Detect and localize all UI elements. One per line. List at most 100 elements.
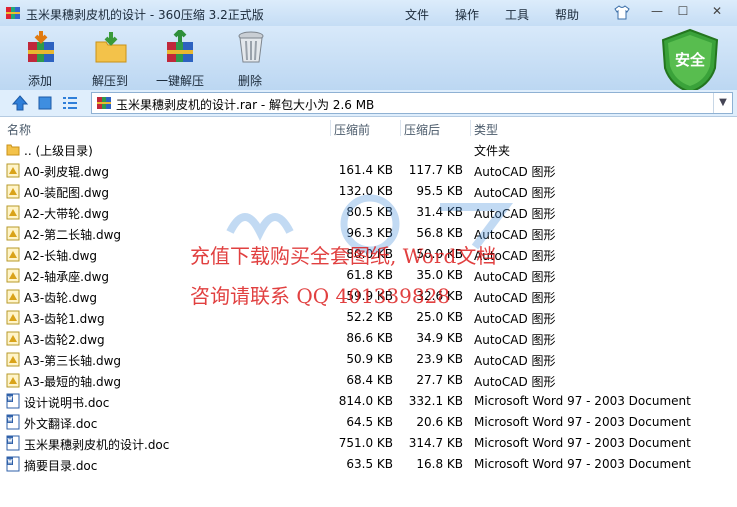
thumbnail-view-icon[interactable]	[37, 95, 53, 111]
file-packed-size: 117.7 KB	[408, 163, 463, 177]
file-size: 63.5 KB	[346, 457, 393, 471]
file-type: AutoCAD 图形	[474, 354, 556, 368]
file-row[interactable]: 设计说明书.doc 814.0 KB 332.1 KB Microsoft Word …	[0, 391, 737, 412]
dwg-icon	[6, 309, 20, 325]
file-size: 50.9 KB	[346, 352, 393, 366]
file-name: A0-剥皮辊.dwg	[24, 165, 110, 179]
file-name: 玉米果穗剥皮机的设计.doc	[24, 438, 170, 452]
file-name: A3-齿轮1.dwg	[24, 312, 105, 326]
one-click-extract-label: 一键解压	[155, 74, 204, 88]
file-type: 文件夹	[474, 144, 511, 158]
file-row[interactable]: A0-剥皮辊.dwg 161.4 KB 117.7 KB AutoCAD 图形	[0, 160, 737, 181]
rar-file-icon	[97, 97, 111, 109]
delete-button[interactable]: 删除	[212, 30, 288, 88]
dwg-icon	[6, 225, 20, 241]
file-size: 64.5 KB	[346, 415, 393, 429]
watermark-line-2: 咨询请联系 QQ 401339828	[190, 284, 451, 308]
file-name: A3-齿轮2.dwg	[24, 333, 105, 347]
menu-help[interactable]: 帮助	[555, 6, 579, 23]
dwg-icon	[6, 372, 20, 388]
security-shield[interactable]: 安全	[659, 28, 721, 94]
file-name: A3-最短的轴.dwg	[24, 375, 122, 389]
watermark-line-1: 充值下载购买全套图纸, Word文档	[190, 244, 497, 268]
trash-bin-icon	[238, 31, 264, 63]
add-button-label: 添加	[27, 74, 52, 88]
dwg-icon	[6, 330, 20, 346]
minimize-button[interactable]: —	[646, 3, 668, 19]
word-doc-icon	[6, 456, 20, 472]
column-type[interactable]: 类型	[474, 121, 498, 138]
address-field[interactable]: 玉米果穗剥皮机的设计.rar - 解包大小为 2.6 MB ▼	[91, 92, 733, 114]
file-name: 设计说明书.doc	[24, 396, 110, 410]
file-size: 86.6 KB	[346, 331, 393, 345]
file-list-header: 名称 压缩前 压缩后 类型	[0, 117, 737, 139]
dwg-icon	[6, 183, 20, 199]
column-packed[interactable]: 压缩后	[404, 121, 440, 138]
file-packed-size: 314.7 KB	[408, 436, 463, 450]
delete-label: 删除	[237, 74, 262, 88]
one-click-extract-icon	[167, 30, 193, 62]
close-button[interactable]: ✕	[706, 3, 728, 19]
menu-operation[interactable]: 操作	[455, 6, 479, 23]
up-arrow-icon[interactable]	[12, 95, 28, 111]
file-packed-size: 27.7 KB	[416, 373, 463, 387]
file-type: AutoCAD 图形	[474, 165, 556, 179]
file-name: A3-齿轮.dwg	[24, 291, 98, 305]
list-view-icon[interactable]	[62, 95, 78, 111]
dwg-icon	[6, 288, 20, 304]
file-size: 52.2 KB	[346, 310, 393, 324]
menu-tools[interactable]: 工具	[505, 6, 529, 23]
file-packed-size: 20.6 KB	[416, 415, 463, 429]
one-click-extract-button[interactable]: 一键解压	[142, 30, 218, 88]
column-name[interactable]: 名称	[7, 121, 31, 138]
file-packed-size: 23.9 KB	[416, 352, 463, 366]
column-divider[interactable]	[470, 120, 471, 136]
file-type: Microsoft Word 97 - 2003 Document	[474, 394, 691, 408]
column-divider[interactable]	[400, 120, 401, 136]
extract-to-button[interactable]: 解压到	[72, 30, 148, 88]
file-row[interactable]: A3-第三长轴.dwg 50.9 KB 23.9 KB AutoCAD 图形	[0, 349, 737, 370]
file-size: 161.4 KB	[338, 163, 393, 177]
word-doc-icon	[6, 393, 20, 409]
file-name: 摘要目录.doc	[24, 459, 98, 473]
menu-file[interactable]: 文件	[405, 6, 429, 23]
file-row[interactable]: .. (上级目录) 文件夹	[0, 139, 737, 160]
security-label: 安全	[674, 51, 705, 69]
column-size[interactable]: 压缩前	[334, 121, 370, 138]
file-row[interactable]: 外文翻译.doc 64.5 KB 20.6 KB Microsoft Word 97 …	[0, 412, 737, 433]
dwg-icon	[6, 162, 20, 178]
file-packed-size: 25.0 KB	[416, 310, 463, 324]
maximize-button[interactable]: ☐	[672, 3, 694, 19]
file-row[interactable]: 摘要目录.doc 63.5 KB 16.8 KB Microsoft Word 97 …	[0, 454, 737, 475]
file-name: A2-长轴.dwg	[24, 249, 98, 263]
chevron-down-icon: ▼	[719, 97, 727, 108]
file-name: .. (上级目录)	[24, 144, 93, 158]
address-text: 玉米果穗剥皮机的设计.rar - 解包大小为 2.6 MB	[116, 98, 375, 112]
word-doc-icon	[6, 414, 20, 430]
file-packed-size: 34.9 KB	[416, 331, 463, 345]
address-dropdown-button[interactable]: ▼	[713, 93, 732, 113]
dwg-icon	[6, 351, 20, 367]
file-name: A2-大带轮.dwg	[24, 207, 110, 221]
file-size: 814.0 KB	[338, 394, 393, 408]
file-name: A0-装配图.dwg	[24, 186, 110, 200]
file-row[interactable]: 玉米果穗剥皮机的设计.doc 751.0 KB 314.7 KB Microsoft …	[0, 433, 737, 454]
dwg-icon	[6, 246, 20, 262]
app-archive-icon	[6, 7, 20, 19]
file-size: 751.0 KB	[338, 436, 393, 450]
file-row[interactable]: A3-齿轮2.dwg 86.6 KB 34.9 KB AutoCAD 图形	[0, 328, 737, 349]
title-bar: 玉米果穗剥皮机的设计 - 360压缩 3.2正式版 文件 操作 工具 帮助 — …	[0, 0, 737, 26]
file-type: AutoCAD 图形	[474, 312, 556, 326]
file-row[interactable]: A3-最短的轴.dwg 68.4 KB 27.7 KB AutoCAD 图形	[0, 370, 737, 391]
file-row[interactable]: A3-齿轮1.dwg 52.2 KB 25.0 KB AutoCAD 图形	[0, 307, 737, 328]
add-button[interactable]: 添加	[2, 30, 78, 88]
skin-shirt-icon[interactable]	[614, 5, 630, 20]
column-divider[interactable]	[330, 120, 331, 136]
file-packed-size: 16.8 KB	[416, 457, 463, 471]
file-type: Microsoft Word 97 - 2003 Document	[474, 436, 691, 450]
file-type: AutoCAD 图形	[474, 270, 556, 284]
address-bar: 玉米果穗剥皮机的设计.rar - 解包大小为 2.6 MB ▼	[0, 90, 737, 117]
file-type: Microsoft Word 97 - 2003 Document	[474, 457, 691, 471]
file-type: AutoCAD 图形	[474, 291, 556, 305]
file-type: AutoCAD 图形	[474, 333, 556, 347]
